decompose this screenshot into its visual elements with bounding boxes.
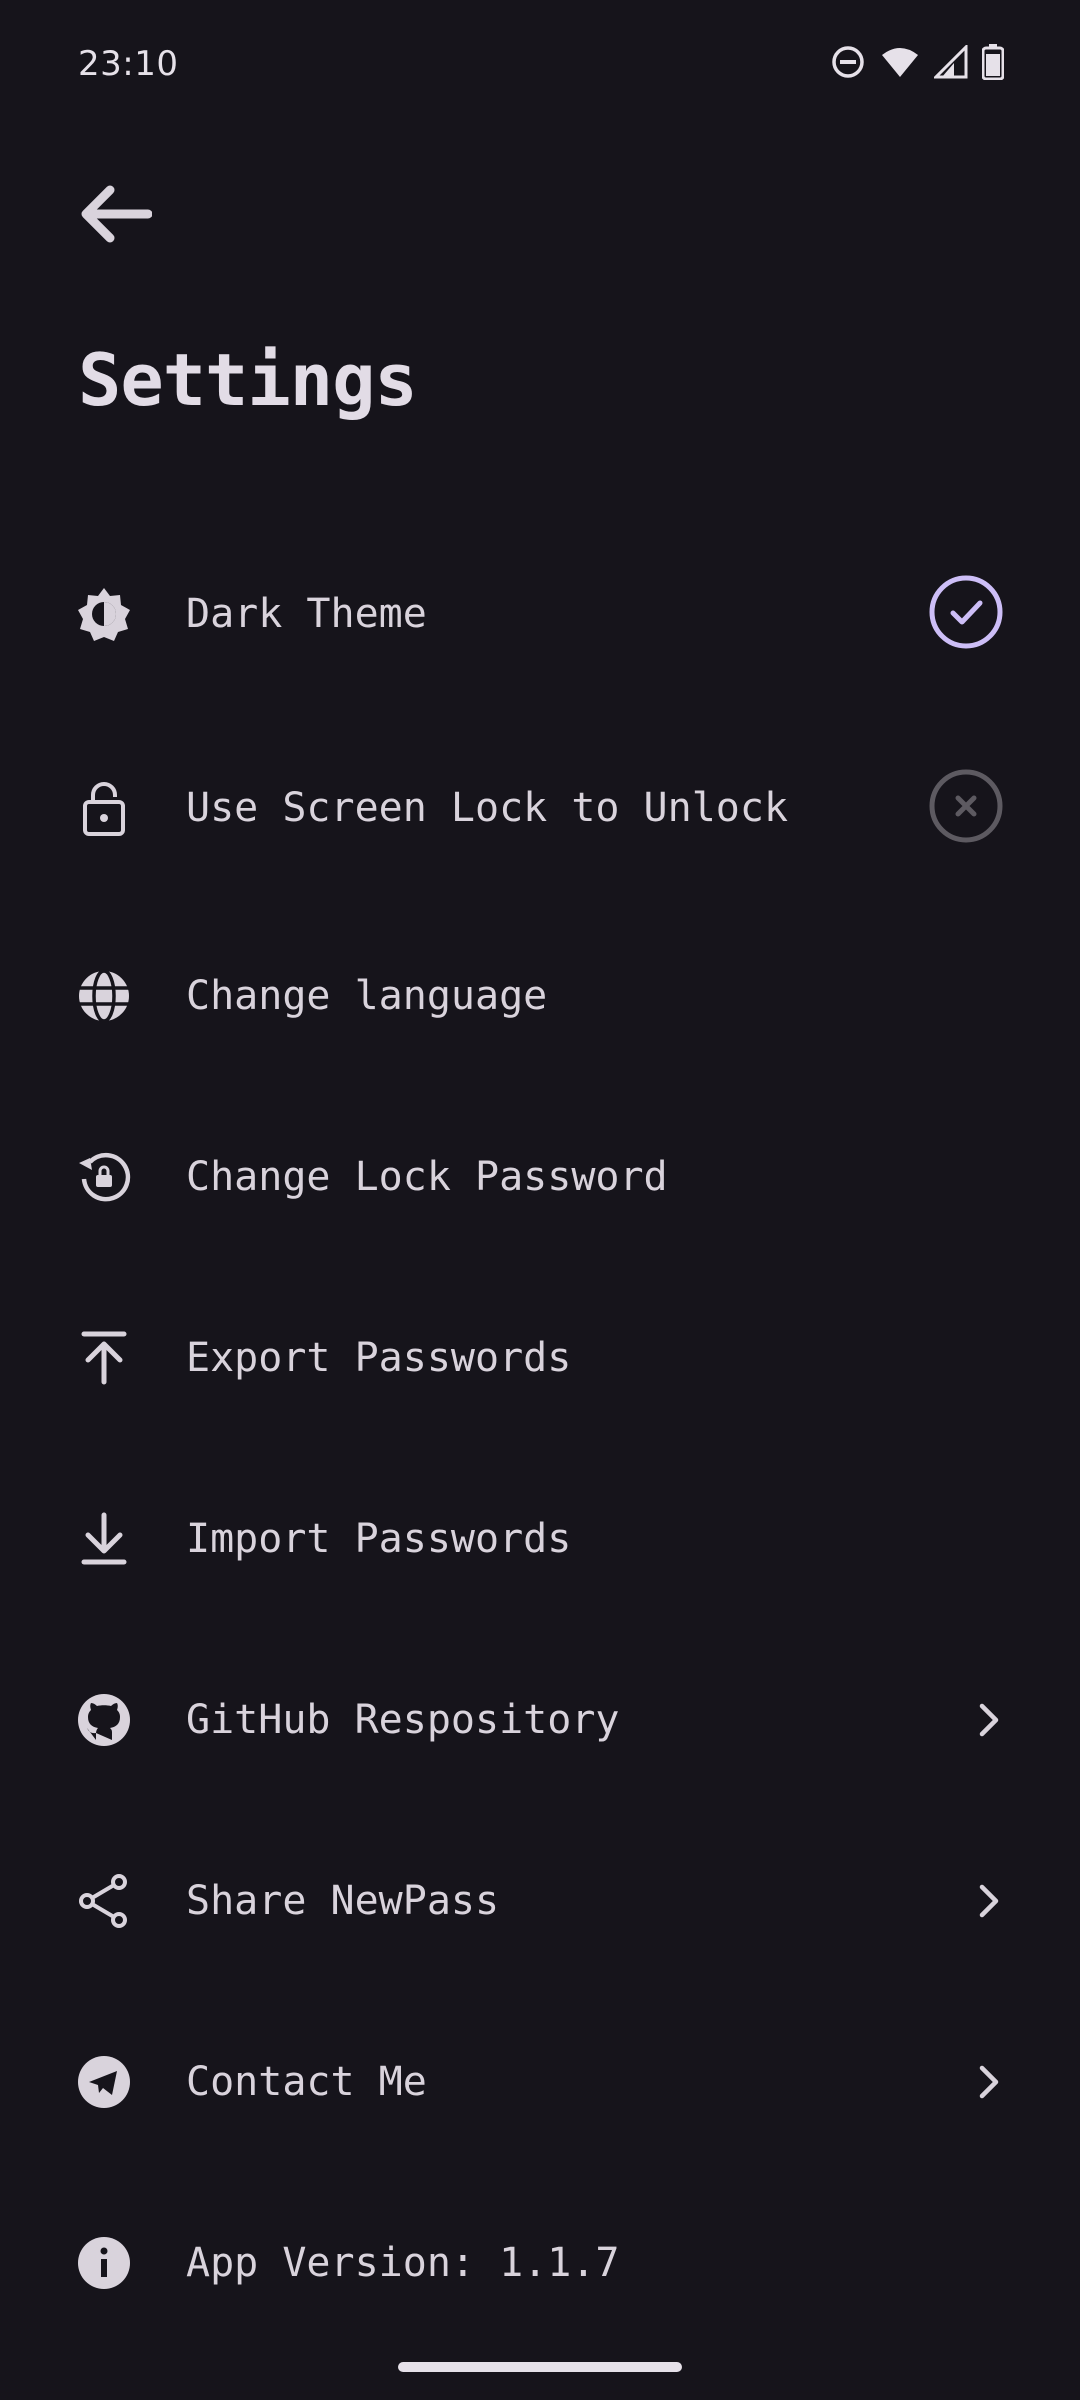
- setting-label: Import Passwords: [186, 1516, 572, 1562]
- wifi-icon: [880, 45, 920, 79]
- setting-label: Export Passwords: [186, 1335, 572, 1381]
- setting-dark-theme[interactable]: Dark Theme: [0, 544, 1080, 684]
- setting-label: Contact Me: [186, 2059, 427, 2105]
- setting-import-passwords[interactable]: Import Passwords: [0, 1469, 1080, 1609]
- share-icon: [76, 1873, 132, 1929]
- status-bar: 23:10: [0, 0, 1080, 130]
- setting-label: Change language: [186, 973, 548, 1019]
- setting-share-newpass[interactable]: Share NewPass: [0, 1831, 1080, 1971]
- setting-export-passwords[interactable]: Export Passwords: [0, 1288, 1080, 1428]
- arrow-back-icon: [76, 184, 153, 248]
- setting-label: Use Screen Lock to Unlock: [186, 785, 789, 831]
- lock-reset-icon: [76, 1149, 132, 1205]
- brightness-icon: [76, 586, 132, 642]
- lock-icon: [76, 780, 132, 836]
- x-circle-icon: [928, 768, 1004, 848]
- check-circle-icon: [928, 574, 1004, 654]
- info-icon: [76, 2235, 132, 2291]
- telegram-icon: [76, 2054, 132, 2110]
- chevron-right-icon: [974, 2062, 1004, 2102]
- setting-app-version: App Version: 1.1.7: [0, 2193, 1080, 2333]
- setting-label: Change Lock Password: [186, 1154, 668, 1200]
- battery-icon: [982, 44, 1004, 80]
- status-time: 23:10: [78, 44, 179, 84]
- globe-icon: [76, 968, 132, 1024]
- chevron-right-icon: [974, 1881, 1004, 1921]
- do-not-disturb-icon: [830, 44, 866, 80]
- setting-label: App Version: 1.1.7: [186, 2240, 620, 2286]
- github-icon: [76, 1692, 132, 1748]
- setting-github-repository[interactable]: GitHub Respository: [0, 1650, 1080, 1790]
- setting-label: Dark Theme: [186, 591, 427, 637]
- download-icon: [76, 1511, 132, 1567]
- page-title: Settings: [78, 338, 418, 422]
- setting-contact-me[interactable]: Contact Me: [0, 2012, 1080, 2152]
- setting-label: Share NewPass: [186, 1878, 500, 1924]
- upload-icon: [76, 1330, 132, 1386]
- setting-change-language[interactable]: Change language: [0, 926, 1080, 1066]
- setting-change-lock-password[interactable]: Change Lock Password: [0, 1107, 1080, 1247]
- dark-theme-toggle[interactable]: [928, 574, 1004, 654]
- setting-screen-lock[interactable]: Use Screen Lock to Unlock: [0, 738, 1080, 878]
- home-indicator[interactable]: [398, 2362, 682, 2372]
- chevron-right-icon: [974, 1700, 1004, 1740]
- cellular-signal-icon: [934, 45, 968, 79]
- setting-label: GitHub Respository: [186, 1697, 620, 1743]
- status-icons: [830, 44, 1004, 80]
- screen-lock-toggle[interactable]: [928, 768, 1004, 848]
- back-button[interactable]: [66, 168, 162, 264]
